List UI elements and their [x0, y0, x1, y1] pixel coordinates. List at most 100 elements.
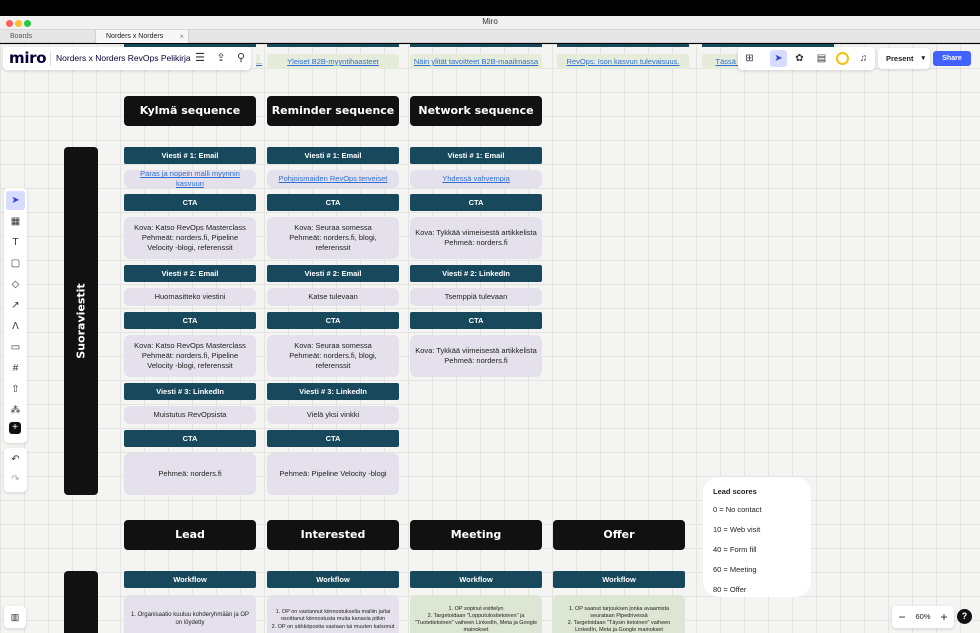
- share-label: Share: [942, 55, 962, 62]
- left-toolbar: ➤ ▦ T ▢ ◇ ↗ Λ ▭ # ⇧ ⁂ +: [4, 188, 27, 443]
- chevron-down-icon[interactable]: ▾: [921, 48, 925, 69]
- card-message-1[interactable]: Yhdessä vahvempia: [410, 170, 542, 188]
- header-meeting[interactable]: Meeting: [410, 520, 542, 550]
- history-toolbar: ↶ ↷: [4, 448, 27, 492]
- card-message-1[interactable]: Pohjoismaiden RevOps terveiset: [267, 170, 399, 188]
- label-message-1[interactable]: Viesti # 1: Email: [410, 147, 542, 164]
- tab-close-icon[interactable]: ×: [179, 30, 184, 43]
- label-cta[interactable]: CTA: [267, 430, 399, 447]
- window-title: Miro: [482, 17, 498, 26]
- text-tool-icon[interactable]: T: [6, 233, 25, 252]
- card-cta[interactable]: Kova: Seuraa somessa Pehmeät: norders.fi…: [267, 335, 399, 377]
- label-workflow[interactable]: Workflow: [267, 571, 399, 588]
- label-message-2[interactable]: Viesti # 2: LinkedIn: [410, 265, 542, 282]
- lead-scores-card[interactable]: Lead scores 0 = No contact 10 = Web visi…: [703, 477, 811, 597]
- add-icon[interactable]: +: [9, 422, 21, 434]
- board-canvas[interactable]: ... Yleiset B2B-myyntihaasteet Näin ylit…: [0, 44, 980, 633]
- header-network-sequence[interactable]: Network sequence: [410, 96, 542, 126]
- frame-icon[interactable]: #: [6, 359, 25, 378]
- header-offer[interactable]: Offer: [553, 520, 685, 550]
- card-workflow-meeting[interactable]: 1. OP sopinut esittelyn 2. Targetoidaan …: [410, 595, 542, 633]
- card-workflow-interested[interactable]: 1. OP on vastannut kiinnostuksella maili…: [267, 595, 399, 633]
- label-message-1[interactable]: Viesti # 1: Email: [267, 147, 399, 164]
- zoom-out-button[interactable]: −: [894, 606, 910, 628]
- label-message-3[interactable]: Viesti # 3: LinkedIn: [267, 383, 399, 400]
- card-message-2[interactable]: Katse tulevaan: [267, 288, 399, 306]
- tag-card-top-strip: [267, 44, 399, 47]
- tag-card-top-strip: [557, 44, 689, 47]
- card-message-2[interactable]: Huomasitteko viestini: [124, 288, 256, 306]
- label-cta[interactable]: CTA: [267, 312, 399, 329]
- more-apps-icon[interactable]: ⁂: [6, 401, 25, 420]
- label-cta[interactable]: CTA: [410, 194, 542, 211]
- tab-current-board[interactable]: Norders x Norders RevOp... ×: [95, 30, 189, 53]
- comment-icon[interactable]: ▤: [813, 50, 830, 67]
- label-workflow[interactable]: Workflow: [410, 571, 542, 588]
- share-button[interactable]: Share: [933, 51, 971, 66]
- card-message-3[interactable]: Vielä yksi vinkki: [267, 406, 399, 424]
- label-cta[interactable]: CTA: [124, 194, 256, 211]
- undo-icon[interactable]: ↶: [6, 450, 25, 469]
- lead-score-item: 80 = Offer: [713, 585, 747, 594]
- card-message-1[interactable]: Paras ja nopein malli myynnin kasvuun: [124, 169, 256, 188]
- help-icon[interactable]: ?: [957, 609, 972, 624]
- card-workflow-lead[interactable]: 1. Organisaatio kuuluu kohderyhmään ja O…: [124, 595, 256, 633]
- tag-link[interactable]: Yleiset B2B-myyntihaasteet: [267, 54, 399, 69]
- card-cta[interactable]: Kova: Katso RevOps Masterclass Pehmeät: …: [124, 335, 256, 377]
- window-titlebar: Miro: [0, 16, 980, 30]
- tab-boards[interactable]: Boards: [0, 30, 95, 43]
- sticky-note-icon[interactable]: ▢: [6, 254, 25, 273]
- comment-tool-icon[interactable]: ▭: [6, 338, 25, 357]
- templates-icon[interactable]: ▦: [6, 212, 25, 231]
- zoom-in-button[interactable]: +: [936, 606, 952, 628]
- pen-icon[interactable]: Λ: [6, 317, 25, 336]
- board-name[interactable]: Norders x Norders RevOps Pelikirja: [56, 53, 191, 63]
- card-cta[interactable]: Kova: Seuraa somessa Pehmeät: norders.fi…: [267, 217, 399, 259]
- cursor-icon[interactable]: ➤: [770, 50, 787, 67]
- header-cold-sequence[interactable]: Kylmä sequence: [124, 96, 256, 126]
- zoom-level[interactable]: 60%: [910, 606, 936, 628]
- label-cta[interactable]: CTA: [124, 312, 256, 329]
- lead-score-item: 0 = No contact: [713, 505, 762, 514]
- apps-icon[interactable]: ⊞: [741, 50, 758, 67]
- card-workflow-offer[interactable]: 1. OP saanut tarjouksen jonka avaamista …: [553, 595, 685, 633]
- timer-icon[interactable]: [836, 52, 849, 65]
- card-message-2[interactable]: Tsemppiä tulevaan: [410, 288, 542, 306]
- row-label-workflow[interactable]: [64, 571, 98, 633]
- card-cta[interactable]: Kova: Katso RevOps Masterclass Pehmeät: …: [124, 217, 256, 259]
- header-lead[interactable]: Lead: [124, 520, 256, 550]
- header-reminder-sequence[interactable]: Reminder sequence: [267, 96, 399, 126]
- header-interested[interactable]: Interested: [267, 520, 399, 550]
- label-workflow[interactable]: Workflow: [124, 571, 256, 588]
- upload-icon[interactable]: ⇪: [214, 51, 228, 65]
- label-workflow[interactable]: Workflow: [553, 571, 685, 588]
- tag-link[interactable]: Näin ylität tavoitteet B2B-maailmassa: [410, 54, 542, 69]
- present-button[interactable]: Present ▾: [878, 48, 930, 69]
- miro-logo[interactable]: miro: [9, 49, 47, 67]
- search-icon[interactable]: ⚲: [234, 51, 248, 65]
- label-cta[interactable]: CTA: [124, 430, 256, 447]
- label-cta[interactable]: CTA: [267, 194, 399, 211]
- redo-icon[interactable]: ↷: [6, 470, 25, 489]
- shapes-icon[interactable]: ◇: [6, 275, 25, 294]
- label-message-2[interactable]: Viesti # 2: Email: [124, 265, 256, 282]
- reactions-icon[interactable]: ✿: [791, 50, 808, 67]
- notification-bell-icon[interactable]: ♫: [855, 50, 872, 67]
- label-cta[interactable]: CTA: [410, 312, 542, 329]
- card-cta[interactable]: Pehmeä: Pipeline Velocity -blogi: [267, 453, 399, 495]
- card-cta[interactable]: Kova: Tykkää viimeisestä artikkelista Pe…: [410, 217, 542, 259]
- panels-toggle-icon[interactable]: ▥: [4, 606, 26, 628]
- card-cta[interactable]: Pehmeä: norders.fi: [124, 453, 256, 495]
- label-message-2[interactable]: Viesti # 2: Email: [267, 265, 399, 282]
- upload-tool-icon[interactable]: ⇧: [6, 380, 25, 399]
- menu-icon[interactable]: ☰: [193, 51, 207, 65]
- select-tool-icon[interactable]: ➤: [6, 191, 25, 210]
- card-message-3[interactable]: Muistutus RevOpsista: [124, 406, 256, 424]
- card-cta[interactable]: Kova: Tykkää viimeisestä artikkelista Pe…: [410, 335, 542, 377]
- tag-link[interactable]: ...: [256, 54, 262, 69]
- row-label-suoraviestit[interactable]: Suoraviestit: [64, 147, 98, 495]
- label-message-3[interactable]: Viesti # 3: LinkedIn: [124, 383, 256, 400]
- connector-icon[interactable]: ↗: [6, 296, 25, 315]
- label-message-1[interactable]: Viesti # 1: Email: [124, 147, 256, 164]
- tag-link[interactable]: RevOps: Ison kasvun tulevaisuus.: [557, 54, 689, 69]
